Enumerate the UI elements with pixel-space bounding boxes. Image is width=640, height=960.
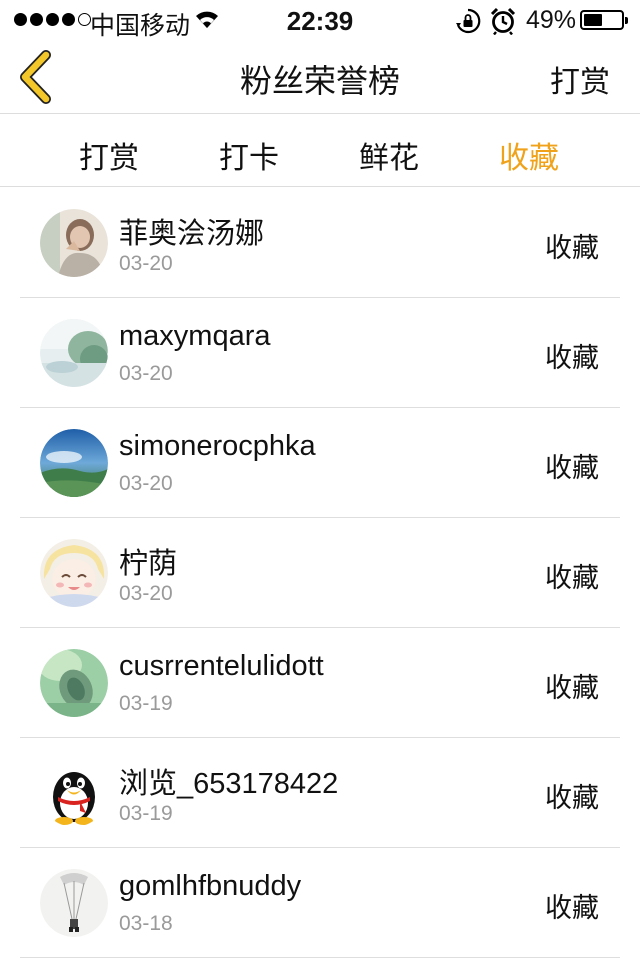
status-bar: 中国移动 22:39 49% [0,0,640,40]
penguin-icon [40,759,108,827]
fan-date: 03-20 [119,252,173,275]
action-label: 收藏 [545,343,599,373]
list-item[interactable]: 菲奥浍汤娜 03-20 收藏 [20,188,620,298]
avatar [40,319,108,387]
fan-list: 菲奥浍汤娜 03-20 收藏 maxymqara 03-20 收藏 simone… [20,188,620,958]
action-label: 收藏 [545,783,599,813]
tab-reward[interactable]: 打赏 [49,133,169,177]
alarm-icon [490,7,516,35]
list-item[interactable]: cusrrentelulidott 03-19 收藏 [20,628,620,738]
fan-name: gomlhfbnuddy [119,870,302,902]
action-label: 收藏 [545,673,599,703]
avatar [40,209,108,277]
action-label: 收藏 [545,453,599,483]
action-label: 收藏 [545,233,599,263]
list-item[interactable]: simonerocphka 03-20 收藏 [20,408,620,518]
reward-button[interactable]: 打赏 [550,57,610,101]
fan-name: 浏览_653178422 [119,768,339,800]
fan-date: 03-20 [119,472,173,495]
tab-checkin[interactable]: 打卡 [189,133,309,177]
tab-bar: 打赏 打卡 鲜花 收藏 [0,114,640,187]
fan-name: 柠荫 [119,548,178,580]
fan-date: 03-18 [119,912,173,935]
tab-favorites[interactable]: 收藏 [469,133,589,177]
avatar [40,539,108,607]
avatar [40,649,108,717]
avatar [40,869,108,937]
orientation-lock-icon [456,8,481,34]
fan-date: 03-20 [119,582,173,605]
navigation-bar: 粉丝荣誉榜 打赏 [0,40,640,114]
fan-name: simonerocphka [119,430,316,462]
fan-date: 03-20 [119,362,173,385]
battery-icon [580,10,628,30]
list-item[interactable]: maxymqara 03-20 收藏 [20,298,620,408]
tab-flowers[interactable]: 鲜花 [329,133,449,177]
action-label: 收藏 [545,893,599,923]
fan-date: 03-19 [119,802,173,825]
fan-date: 03-19 [119,692,173,715]
fan-name: maxymqara [119,320,271,352]
action-label: 收藏 [545,563,599,593]
avatar [40,429,108,497]
battery-percent: 49% [526,6,577,34]
fan-name: 菲奥浍汤娜 [119,218,265,250]
list-item[interactable]: gomlhfbnuddy 03-18 收藏 [20,848,620,958]
page-title: 粉丝荣誉榜 [239,63,400,99]
list-item[interactable]: 浏览_653178422 03-19 收藏 [20,738,620,848]
fan-name: cusrrentelulidott [119,650,324,682]
list-item[interactable]: 柠荫 03-20 收藏 [20,518,620,628]
